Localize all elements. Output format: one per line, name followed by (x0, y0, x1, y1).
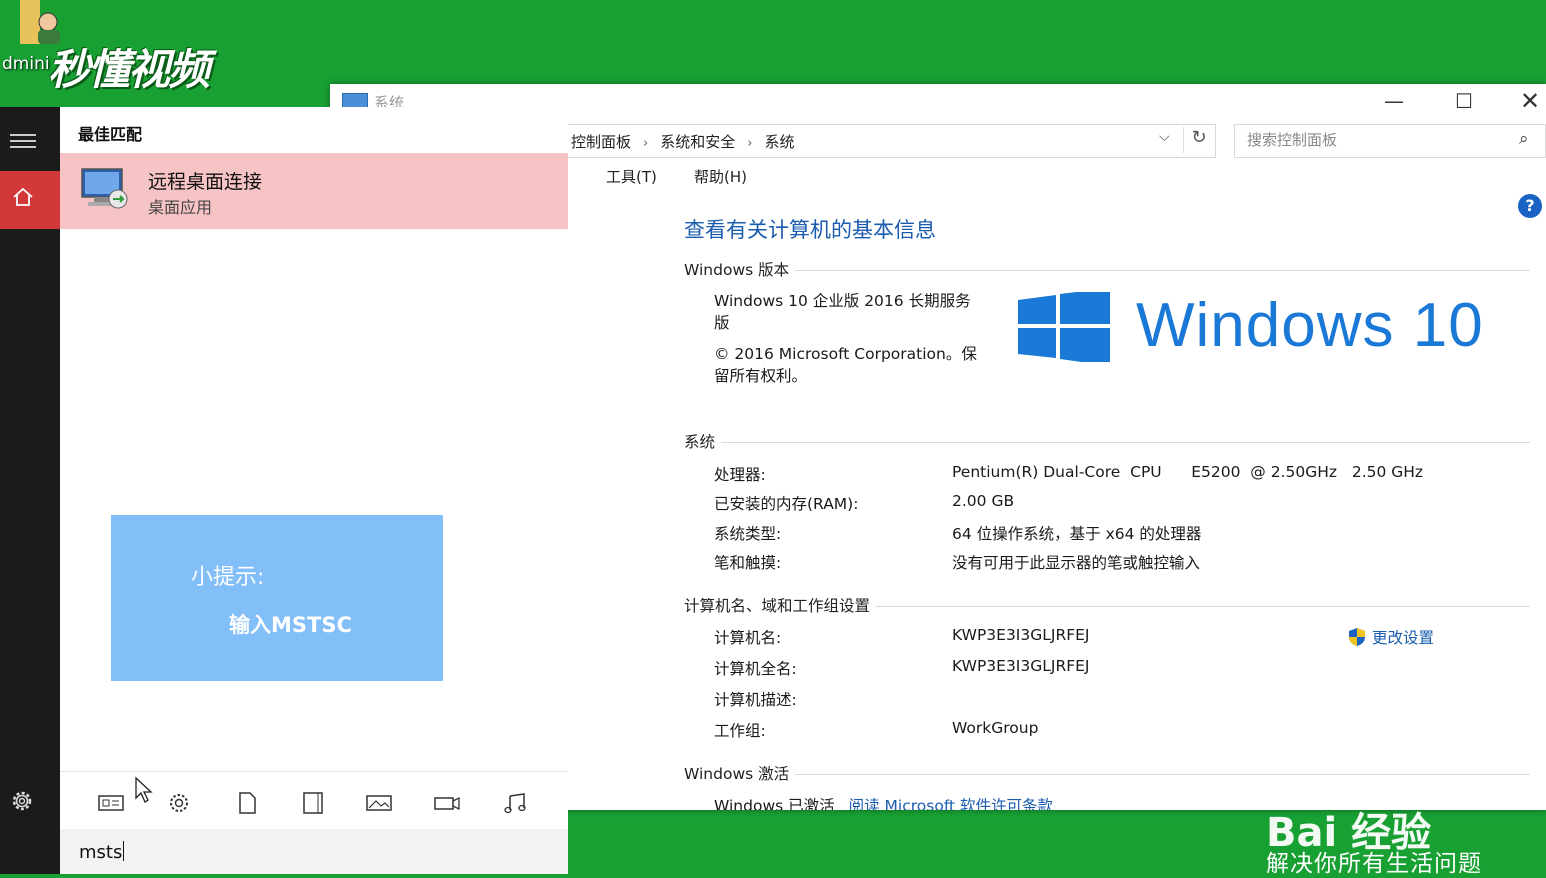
ram-value: 2.00 GB (952, 492, 1015, 510)
section-title-edition: Windows 版本 (684, 258, 796, 280)
breadcrumb: 控制面板 › 系统和安全 › 系统 (571, 131, 794, 152)
license-terms-link[interactable]: 阅读 Microsoft 软件许可条款 (849, 797, 1053, 810)
address-bar[interactable]: 控制面板 › 系统和安全 › 系统 ⌵ ↻ (562, 124, 1216, 158)
tip-body: 输入MSTSC (229, 613, 352, 637)
section-title-computer: 计算机名、域和工作组设置 (684, 594, 877, 616)
tip-overlay: 小提示: 输入MSTSC (111, 515, 443, 681)
activation-status: Windows 已激活 (714, 797, 835, 810)
ram-label: 已安装的内存(RAM): (714, 495, 859, 513)
change-settings-label: 更改设置 (1372, 629, 1435, 647)
search-input[interactable] (1245, 130, 1509, 150)
settings-filter-icon[interactable] (166, 792, 192, 814)
home-button[interactable] (0, 171, 60, 229)
page-title: 查看有关计算机的基本信息 (684, 218, 936, 242)
section-divider (684, 270, 1530, 271)
result-subtitle: 桌面应用 (148, 198, 213, 217)
search-filter-bar (60, 771, 568, 830)
breadcrumb-system[interactable]: 系统 (764, 133, 794, 151)
folders-filter-icon[interactable] (300, 792, 326, 814)
control-panel-search: ⌕ (1234, 124, 1546, 158)
system-type-label: 系统类型: (714, 525, 782, 543)
full-name-label: 计算机全名: (714, 660, 797, 678)
start-menu-rail (0, 107, 60, 874)
section-divider (684, 442, 1530, 443)
system-type-value: 64 位操作系统，基于 x64 的处理器 (952, 525, 1202, 543)
search-query-text: msts (79, 842, 123, 863)
video-logo: 秒懂视频 (48, 45, 210, 94)
chevron-down-icon[interactable]: ⌵ (1159, 129, 1170, 145)
section-divider (684, 774, 1530, 775)
description-label: 计算机描述: (714, 691, 797, 709)
search-query-input[interactable]: msts (79, 841, 125, 863)
menu-item-tools[interactable]: 工具(T) (606, 166, 657, 187)
full-name-value: KWP3E3I3GLJRFEJ (952, 657, 1090, 675)
minimize-button[interactable]: — (1366, 88, 1422, 114)
close-button[interactable]: ✕ (1502, 88, 1546, 114)
cpu-label: 处理器: (714, 466, 766, 484)
copyright-text: © 2016 Microsoft Corporation。保留所有权利。 (714, 345, 977, 385)
pen-touch-label: 笔和触摸: (714, 554, 782, 572)
uac-shield-icon (1349, 628, 1365, 646)
section-title-activation: Windows 激活 (684, 762, 796, 784)
breadcrumb-system-security[interactable]: 系统和安全 (660, 133, 735, 151)
chevron-right-icon: › (747, 136, 753, 151)
help-icon[interactable]: ? (1518, 194, 1542, 218)
result-title: 远程桌面连接 (148, 171, 263, 193)
mouse-cursor-icon (134, 776, 154, 804)
windows-logo-icon (1018, 288, 1110, 366)
watermark-slogan: 解决你所有生活问题 (1266, 851, 1482, 877)
photos-filter-icon[interactable] (366, 792, 392, 814)
computer-name-label: 计算机名: (714, 629, 782, 647)
workgroup-value: WorkGroup (952, 719, 1039, 737)
home-icon (12, 186, 34, 208)
computer-name-value: KWP3E3I3GLJRFEJ (952, 626, 1090, 644)
refresh-icon[interactable]: ↻ (1183, 127, 1214, 153)
windows-brand-text: Windows 10 (1136, 291, 1484, 360)
start-search-box[interactable]: msts (60, 829, 568, 874)
breadcrumb-control-panel[interactable]: 控制面板 (571, 133, 631, 151)
gear-icon[interactable] (8, 787, 36, 815)
text-caret (123, 841, 125, 861)
desktop-icon-label: dmini (2, 54, 50, 74)
tip-title: 小提示: (191, 565, 265, 590)
search-icon[interactable]: ⌕ (1519, 129, 1529, 149)
search-result-remote-desktop[interactable]: 远程桌面连接 桌面应用 (60, 153, 568, 229)
remote-desktop-icon (80, 167, 130, 211)
apps-filter-icon[interactable] (98, 792, 124, 814)
edition-name: Windows 10 企业版 2016 长期服务版 (714, 292, 971, 332)
videos-filter-icon[interactable] (434, 792, 460, 814)
workgroup-label: 工作组: (714, 722, 766, 740)
documents-filter-icon[interactable] (234, 792, 260, 814)
hamburger-menu-icon[interactable] (10, 133, 36, 149)
best-match-heading: 最佳匹配 (78, 125, 143, 144)
maximize-button[interactable]: ☐ (1436, 88, 1492, 114)
cpu-value: Pentium(R) Dual-Core CPU E5200 @ 2.50GHz… (952, 463, 1424, 481)
start-search-panel: 最佳匹配 远程桌面连接 桌面应用 小提示: 输入MSTSC msts (60, 107, 568, 874)
music-filter-icon[interactable] (502, 792, 528, 814)
section-title-system: 系统 (684, 430, 722, 452)
pen-touch-value: 没有可用于此显示器的笔或触控输入 (952, 554, 1201, 572)
activation-row: Windows 已激活 阅读 Microsoft 软件许可条款 (714, 794, 1053, 810)
menu-item-help[interactable]: 帮助(H) (694, 166, 747, 187)
change-settings-link[interactable]: 更改设置 (1348, 626, 1434, 648)
chevron-right-icon: › (643, 136, 649, 151)
